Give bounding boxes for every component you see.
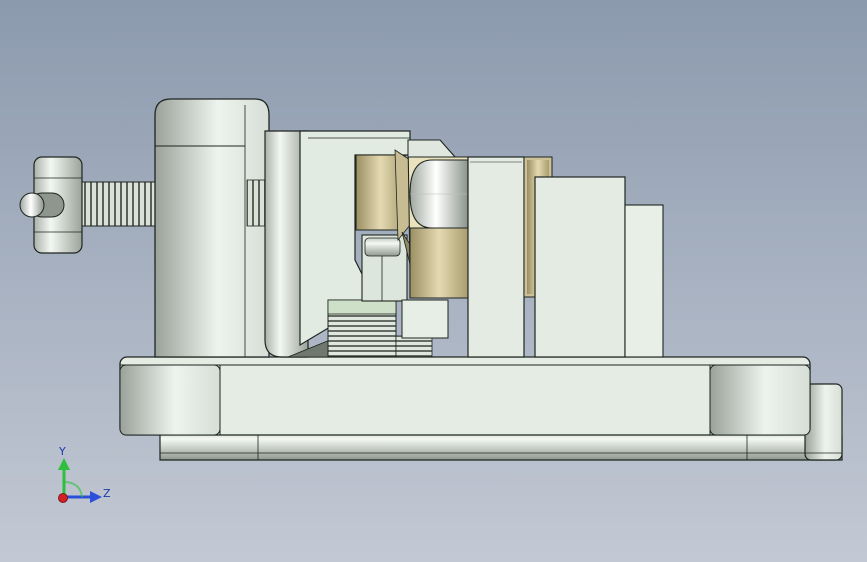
guide-plate-front[interactable] (467, 156, 525, 358)
main-base-plate[interactable] (119, 356, 811, 436)
fixed-jaw-block[interactable] (154, 98, 270, 358)
adjustment-screw[interactable] (19, 156, 157, 254)
ball-bearing[interactable] (409, 159, 469, 229)
orientation-triad: Y Z (58, 445, 111, 503)
guide-plate-rear[interactable] (534, 176, 664, 358)
graphics-viewport[interactable]: Y Z (0, 0, 867, 562)
triad-y-label: Y (58, 445, 66, 458)
triad-z-label: Z (103, 487, 111, 500)
model-scene[interactable]: Y Z (0, 0, 867, 562)
